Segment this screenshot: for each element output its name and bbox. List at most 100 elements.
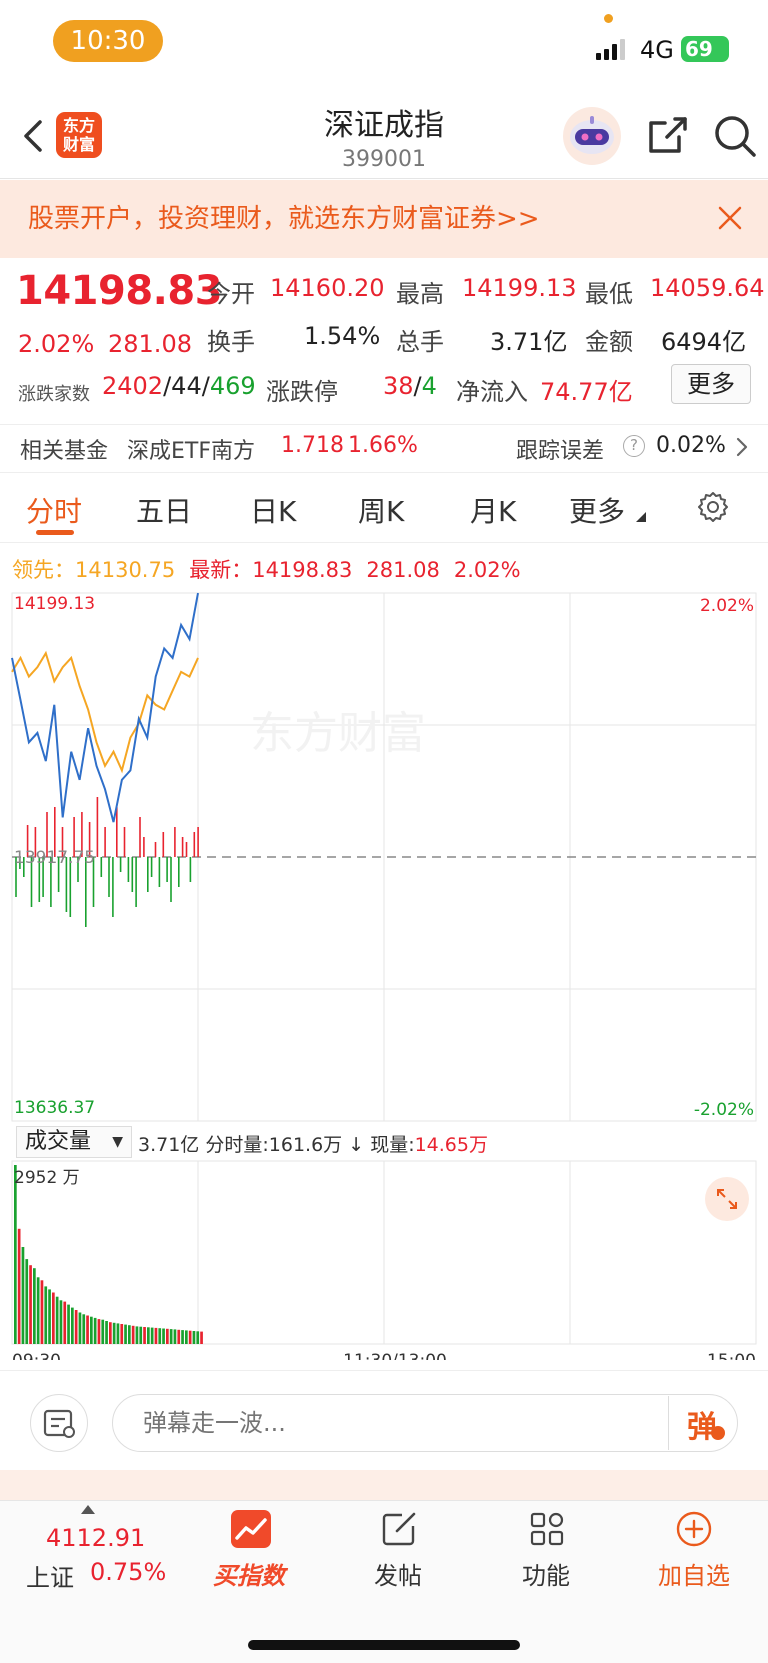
- volume-bar: [44, 1286, 48, 1344]
- sh-index-name[interactable]: 上证: [26, 1558, 74, 1593]
- danmaku-send-button[interactable]: 弹: [668, 1396, 736, 1450]
- volume-bar: [17, 1228, 21, 1344]
- volume-bar: [177, 1329, 181, 1344]
- volume-bar: [86, 1315, 89, 1344]
- check-icon: [711, 1426, 725, 1440]
- avg-line: [11, 650, 199, 774]
- gear-icon[interactable]: [696, 490, 730, 524]
- volume-bar: [154, 1327, 158, 1344]
- tab-monthly-k[interactable]: 月K: [470, 490, 516, 530]
- axis-mid-left: 13917.75: [14, 848, 95, 868]
- volume-bar: [105, 1321, 108, 1344]
- robot-assistant-icon[interactable]: [562, 106, 622, 166]
- search-icon[interactable]: [712, 113, 758, 159]
- watermark: 东方财富: [250, 708, 426, 759]
- add-watchlist-label[interactable]: 加自选: [624, 1556, 764, 1591]
- volume-bar: [120, 1324, 124, 1344]
- volume-bar: [14, 1165, 17, 1344]
- tab-more[interactable]: 更多: [569, 490, 625, 530]
- add-watchlist-icon[interactable]: [675, 1510, 713, 1548]
- fund-name[interactable]: 深成ETF南方: [127, 433, 255, 465]
- network-label: 4G: [640, 36, 674, 64]
- tab-intraday[interactable]: 分时: [26, 490, 82, 530]
- volume-bar: [162, 1328, 165, 1344]
- volume-bar: [147, 1327, 150, 1344]
- help-icon[interactable]: ?: [623, 435, 645, 457]
- chevron-right-icon[interactable]: [735, 436, 749, 458]
- signal-icon: [596, 39, 625, 60]
- chevron-down-icon: ▼: [112, 1134, 123, 1150]
- volume-bar: [33, 1268, 36, 1344]
- limit-label: 涨跌停: [266, 378, 338, 406]
- battery-level: 69: [685, 37, 713, 61]
- chart-grid: [11, 592, 757, 1345]
- tab-five-day[interactable]: 五日: [136, 490, 192, 530]
- volume-bar: [59, 1300, 63, 1344]
- axis-top-left: 14199.13: [14, 594, 95, 614]
- open-value: 14160.20: [270, 274, 385, 302]
- price-line: [11, 592, 199, 823]
- caret-up-icon: [81, 1505, 95, 1514]
- comment-list-icon: [43, 1409, 75, 1438]
- volume-bar: [74, 1310, 78, 1344]
- volume-indicator-label: 成交量: [25, 1129, 92, 1154]
- danmaku-button-label: 弹: [687, 1410, 717, 1445]
- expand-button[interactable]: [705, 1177, 749, 1221]
- breadth-sep: /: [163, 372, 172, 400]
- volume-bar: [55, 1296, 59, 1344]
- comment-list-button[interactable]: [30, 1394, 88, 1452]
- breadth-values: 2402/44/469: [102, 372, 256, 400]
- inflow-label: 净流入: [456, 378, 528, 406]
- volume-bar: [93, 1317, 97, 1344]
- tracking-error-value: 0.02%: [656, 433, 726, 458]
- volume-indicator-select[interactable]: 成交量 ▼: [16, 1126, 132, 1158]
- volume-bar: [188, 1330, 192, 1344]
- danmaku-input[interactable]: [112, 1394, 738, 1452]
- home-indicator: [248, 1640, 520, 1650]
- post-label[interactable]: 发帖: [328, 1556, 468, 1591]
- close-icon[interactable]: [716, 204, 744, 232]
- tab-daily-k[interactable]: 日K: [250, 490, 296, 530]
- high-value: 14199.13: [462, 274, 577, 302]
- divider: [0, 424, 768, 425]
- volume-bars: [14, 1165, 203, 1344]
- tab-weekly-k[interactable]: 周K: [358, 490, 404, 530]
- intraday-chart[interactable]: 东方财富 14199.13 2.02% 13917.75 13636.37 -2…: [0, 580, 768, 1360]
- functions-label[interactable]: 功能: [476, 1556, 616, 1591]
- buy-index-label[interactable]: 买指数: [213, 1556, 285, 1591]
- volume-bar: [200, 1331, 203, 1344]
- breadth-sep: /: [201, 372, 210, 400]
- sh-index-pct[interactable]: 0.75%: [90, 1558, 166, 1586]
- more-button[interactable]: 更多: [671, 364, 751, 404]
- change-percent: 2.02%: [18, 330, 95, 358]
- trend-chart-icon[interactable]: [231, 1510, 271, 1548]
- current-volume-label: 现量:: [370, 1134, 415, 1156]
- fund-label: 相关基金: [20, 439, 109, 464]
- volume-bar: [112, 1322, 116, 1344]
- latest-value: 14198.83: [252, 558, 353, 582]
- volume-bar: [40, 1280, 44, 1344]
- volume-bar: [135, 1326, 139, 1344]
- content-preview-strip: [0, 1470, 768, 1500]
- battery-icon: 69: [681, 36, 729, 62]
- volume-value: 3.71亿: [490, 328, 568, 356]
- volume-bar: [97, 1319, 101, 1344]
- tracking-error-label[interactable]: 跟踪误差: [516, 433, 604, 465]
- limit-sep: /: [413, 372, 422, 400]
- promo-banner-text[interactable]: 股票开户，投资理财，就选东方财富证券>>: [28, 198, 540, 235]
- edit-post-icon[interactable]: [380, 1510, 418, 1548]
- volume-bar: [109, 1322, 112, 1344]
- volume-bar: [48, 1289, 51, 1344]
- breadth-label: 涨跌家数: [18, 384, 90, 405]
- share-icon[interactable]: [645, 113, 689, 157]
- volume-bar: [21, 1247, 25, 1344]
- grid-functions-icon[interactable]: [528, 1510, 566, 1548]
- volume-bar: [78, 1312, 82, 1344]
- volume-bar: [101, 1319, 105, 1344]
- volume-bar: [131, 1325, 135, 1344]
- high-label: 最高: [396, 280, 444, 308]
- caret-down-icon: [636, 512, 646, 522]
- sh-index-price[interactable]: 4112.91: [46, 1524, 145, 1552]
- volume-label: 总手: [396, 328, 444, 356]
- amount-value: 6494亿: [661, 328, 747, 356]
